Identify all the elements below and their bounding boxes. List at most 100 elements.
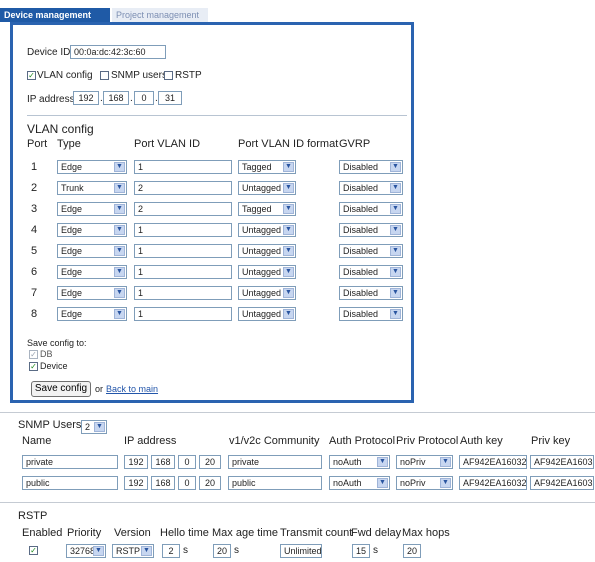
vlan-type-select[interactable]: Edge ▼ — [57, 265, 127, 279]
vlan-port-vlan-id-field[interactable]: 1 — [134, 265, 232, 279]
chevron-down-icon: ▼ — [377, 457, 388, 467]
snmp-ip-octet-1-field[interactable]: 192 — [124, 455, 148, 469]
snmp-users-title: SNMP Users — [18, 419, 82, 431]
back-to-main-link[interactable]: Back to main — [106, 384, 158, 394]
snmp-community-field[interactable]: private — [228, 455, 322, 469]
snmp-priv-protocol-select[interactable]: noPriv ▼ — [396, 476, 453, 490]
vlan-type-select[interactable]: Edge ▼ — [57, 307, 127, 321]
vlan-gvrp-select[interactable]: Disabled ▼ — [339, 181, 403, 195]
vlan-format-select[interactable]: Tagged ▼ — [238, 160, 296, 174]
rstp-max-hops-field[interactable]: 20 — [403, 544, 421, 558]
snmp-ip-octet-3-field[interactable]: 0 — [178, 455, 196, 469]
column-header-max-age-time: Max age time — [212, 527, 279, 539]
chevron-down-icon: ▼ — [114, 183, 125, 193]
ip-dot: . — [130, 93, 133, 104]
vlan-gvrp-select[interactable]: Disabled ▼ — [339, 307, 403, 321]
chevron-down-icon: ▼ — [390, 204, 401, 214]
vlan-format-select[interactable]: Untagged ▼ — [238, 307, 296, 321]
ip-address-label: IP address: — [27, 94, 78, 105]
rstp-checkbox[interactable] — [164, 71, 173, 80]
vlan-port-vlan-id-field[interactable]: 1 — [134, 307, 232, 321]
snmp-auth-protocol-select[interactable]: noAuth ▼ — [329, 476, 390, 490]
save-device-checkbox[interactable]: ✓ — [29, 362, 38, 371]
vlan-gvrp-select[interactable]: Disabled ▼ — [339, 202, 403, 216]
vlan-type-value: Edge — [61, 246, 83, 256]
vlan-gvrp-select[interactable]: Disabled ▼ — [339, 160, 403, 174]
snmp-name-field[interactable]: private — [22, 455, 118, 469]
snmp-auth-protocol-select[interactable]: noAuth ▼ — [329, 455, 390, 469]
vlan-type-select[interactable]: Edge ▼ — [57, 202, 127, 216]
vlan-type-select[interactable]: Trunk ▼ — [57, 181, 127, 195]
vlan-port-vlan-id-field[interactable]: 1 — [134, 160, 232, 174]
vlan-port-vlan-id-field[interactable]: 1 — [134, 244, 232, 258]
ip-octet-4-field[interactable]: 31 — [158, 91, 182, 105]
chevron-down-icon: ▼ — [283, 162, 294, 172]
snmp-priv-protocol-select[interactable]: noPriv ▼ — [396, 455, 453, 469]
fwd-delay-unit: s — [373, 545, 378, 556]
vlan-config-label: VLAN config — [37, 70, 93, 81]
snmp-ip-octet-2-field[interactable]: 168 — [151, 455, 175, 469]
vlan-port-number: 4 — [31, 224, 38, 236]
hello-time-unit: s — [183, 545, 188, 556]
vlan-gvrp-select[interactable]: Disabled ▼ — [339, 286, 403, 300]
snmp-community-field[interactable]: public — [228, 476, 322, 490]
vlan-port-vlan-id-field[interactable]: 1 — [134, 223, 232, 237]
vlan-type-value: Edge — [61, 288, 83, 298]
vlan-type-select[interactable]: Edge ▼ — [57, 223, 127, 237]
vlan-format-select[interactable]: Untagged ▼ — [238, 244, 296, 258]
vlan-gvrp-value: Disabled — [343, 246, 379, 256]
vlan-port-vlan-id-field[interactable]: 2 — [134, 202, 232, 216]
vlan-format-select[interactable]: Untagged ▼ — [238, 181, 296, 195]
ip-octet-3-field[interactable]: 0 — [134, 91, 154, 105]
snmp-ip-octet-1-field[interactable]: 192 — [124, 476, 148, 490]
snmp-user-count-select[interactable]: 2 ▼ — [81, 420, 107, 434]
snmp-priv-key-field[interactable]: AF942EA160320 — [530, 455, 594, 469]
snmp-auth-key-field[interactable]: AF942EA160320 — [459, 455, 527, 469]
rstp-max-age-field[interactable]: 20 — [213, 544, 231, 558]
snmp-name-field[interactable]: public — [22, 476, 118, 490]
ip-octet-1-field[interactable]: 192 — [73, 91, 99, 105]
vlan-gvrp-select[interactable]: Disabled ▼ — [339, 244, 403, 258]
snmp-ip-octet-4-field[interactable]: 20 — [199, 476, 221, 490]
chevron-down-icon: ▼ — [94, 422, 105, 432]
chevron-down-icon: ▼ — [390, 246, 401, 256]
snmp-ip-octet-3-field[interactable]: 0 — [178, 476, 196, 490]
vlan-format-value: Untagged — [242, 309, 282, 319]
rstp-enabled-checkbox[interactable]: ✓ — [29, 546, 38, 555]
vlan-config-checkbox[interactable]: ✓ — [27, 71, 36, 80]
snmp-priv-protocol-value: noPriv — [400, 478, 426, 488]
vlan-format-select[interactable]: Untagged ▼ — [238, 223, 296, 237]
save-db-label: DB — [40, 349, 53, 359]
vlan-port-vlan-id-field[interactable]: 2 — [134, 181, 232, 195]
vlan-gvrp-select[interactable]: Disabled ▼ — [339, 265, 403, 279]
snmp-priv-key-field[interactable]: AF942EA160320 — [530, 476, 594, 490]
vlan-port-number: 1 — [31, 161, 38, 173]
rstp-priority-select[interactable]: 32768 ▼ — [66, 544, 106, 558]
vlan-format-select[interactable]: Untagged ▼ — [238, 265, 296, 279]
column-header-port: Port — [27, 138, 48, 150]
vlan-type-select[interactable]: Edge ▼ — [57, 160, 127, 174]
vlan-gvrp-select[interactable]: Disabled ▼ — [339, 223, 403, 237]
column-header-type: Type — [57, 138, 81, 150]
snmp-auth-key-field[interactable]: AF942EA160320 — [459, 476, 527, 490]
ip-octet-2-field[interactable]: 168 — [103, 91, 129, 105]
vlan-port-number: 3 — [31, 203, 38, 215]
vlan-port-vlan-id-field[interactable]: 1 — [134, 286, 232, 300]
snmp-ip-octet-2-field[interactable]: 168 — [151, 476, 175, 490]
vlan-type-select[interactable]: Edge ▼ — [57, 286, 127, 300]
vlan-type-select[interactable]: Edge ▼ — [57, 244, 127, 258]
rstp-fwd-delay-field[interactable]: 15 — [352, 544, 370, 558]
save-config-button[interactable]: Save config — [31, 381, 91, 397]
save-db-checkbox[interactable]: ✓ — [29, 350, 38, 359]
chevron-down-icon: ▼ — [283, 288, 294, 298]
tab-project-management[interactable]: Project management — [112, 8, 208, 22]
rstp-version-select[interactable]: RSTP ▼ — [112, 544, 154, 558]
rstp-transmit-count-field[interactable]: Unlimited — [280, 544, 322, 558]
snmp-ip-octet-4-field[interactable]: 20 — [199, 455, 221, 469]
tab-device-management[interactable]: Device management — [0, 8, 110, 22]
snmp-users-checkbox[interactable] — [100, 71, 109, 80]
vlan-format-select[interactable]: Untagged ▼ — [238, 286, 296, 300]
device-id-field[interactable]: 00:0a:dc:42:3c:60 — [70, 45, 166, 59]
vlan-format-select[interactable]: Tagged ▼ — [238, 202, 296, 216]
rstp-hello-time-field[interactable]: 2 — [162, 544, 180, 558]
